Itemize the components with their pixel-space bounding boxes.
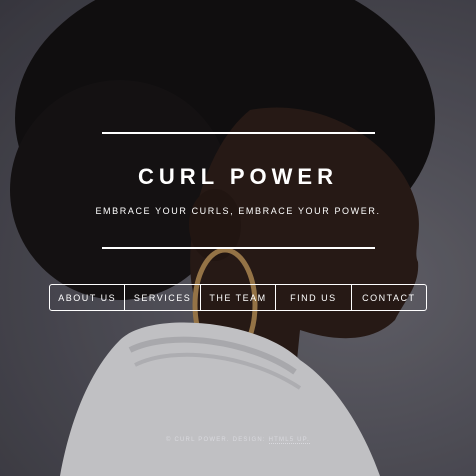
footer-copyright: © CURL POWER. DESIGN: (166, 437, 269, 443)
divider-bottom (102, 247, 375, 249)
nav-item-contact[interactable]: CONTACT (352, 285, 426, 310)
hero-overlay (0, 0, 476, 476)
main-nav: ABOUT US SERVICES THE TEAM FIND US CONTA… (49, 284, 427, 311)
footer: © CURL POWER. DESIGN: HTML5 UP. (0, 437, 476, 444)
site-tagline: EMBRACE YOUR CURLS, EMBRACE YOUR POWER. (95, 206, 381, 216)
nav-item-the-team[interactable]: THE TEAM (201, 285, 277, 310)
nav-item-about-us[interactable]: ABOUT US (50, 285, 126, 310)
nav-item-find-us[interactable]: FIND US (276, 285, 352, 310)
nav-item-services[interactable]: SERVICES (125, 285, 201, 310)
footer-credit-link[interactable]: HTML5 UP. (268, 437, 310, 444)
site-title: CURL POWER (138, 164, 338, 189)
divider-top (102, 132, 375, 134)
